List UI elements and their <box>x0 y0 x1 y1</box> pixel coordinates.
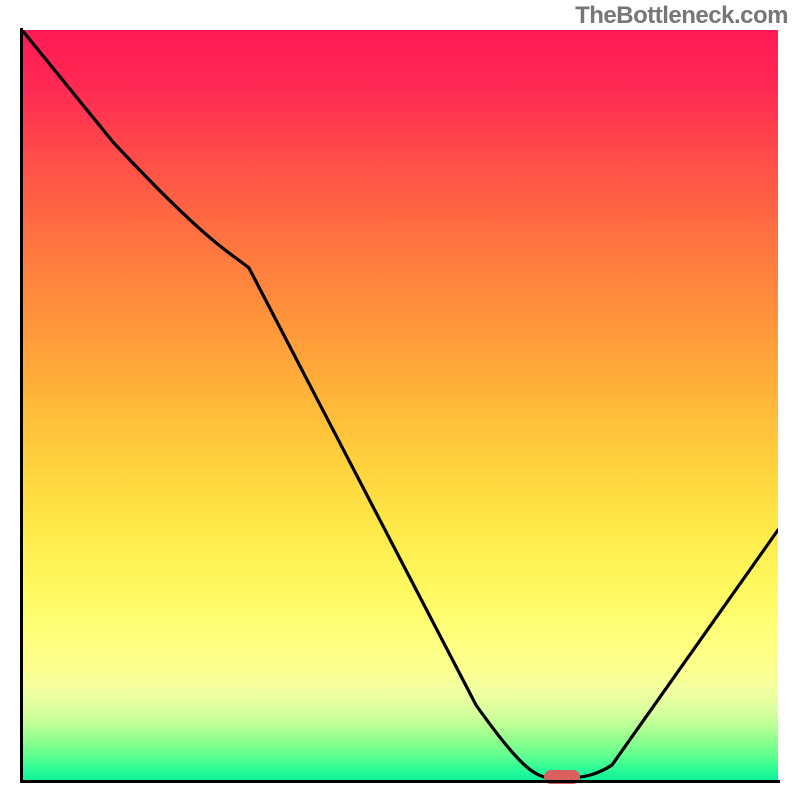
bottleneck-curve-path <box>22 30 778 778</box>
plot-area <box>22 30 778 780</box>
x-axis <box>20 780 780 783</box>
watermark-text: TheBottleneck.com <box>575 2 788 30</box>
y-axis <box>20 28 23 783</box>
curve-svg <box>22 30 778 780</box>
